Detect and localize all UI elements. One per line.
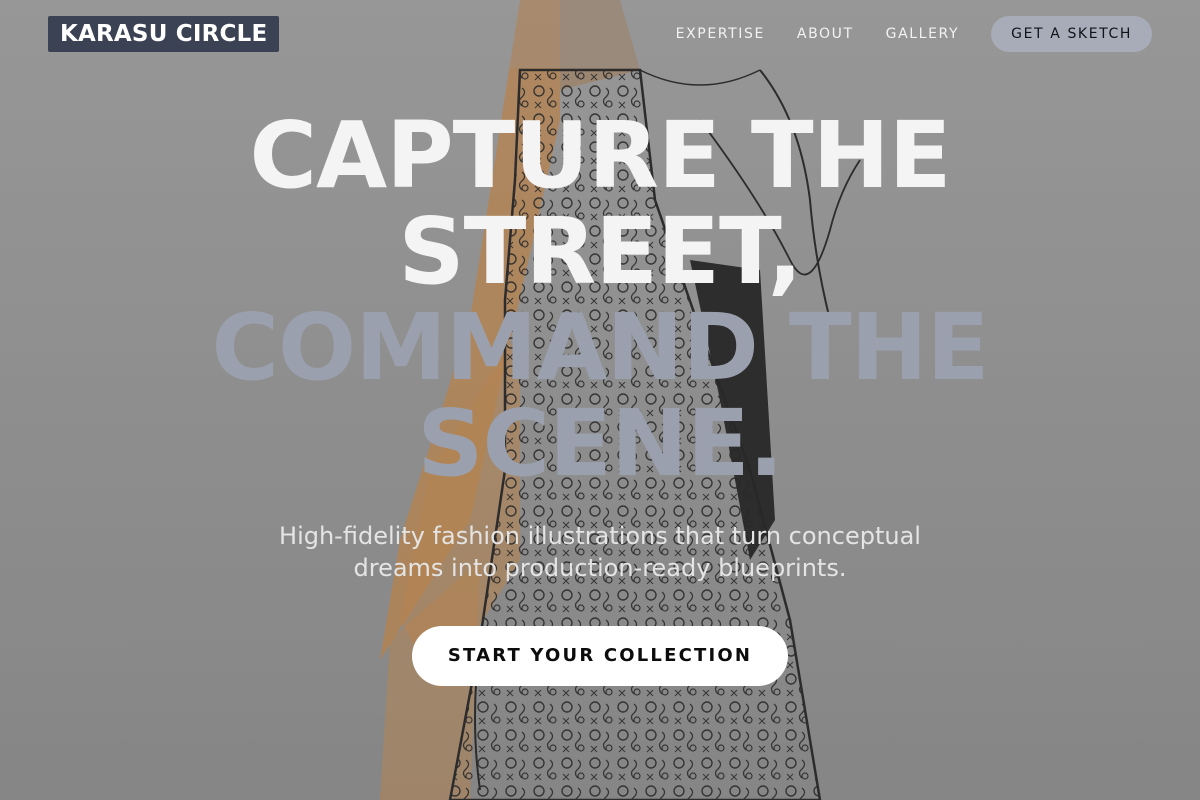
nav-link-about[interactable]: ABOUT	[797, 16, 854, 52]
get-a-sketch-button[interactable]: GET A SKETCH	[991, 16, 1152, 52]
headline-line-3: COMMAND THE	[211, 294, 989, 401]
headline-line-2: STREET,	[398, 198, 802, 305]
site-header: KARASU CIRCLE EXPERTISE ABOUT GALLERY GE…	[0, 0, 1200, 68]
hero-subtitle: High-fidelity fashion illustrations that…	[0, 520, 1200, 584]
start-your-collection-button[interactable]: START YOUR COLLECTION	[412, 626, 788, 686]
headline-line-4: SCENE.	[417, 390, 783, 497]
headline-line-1: CAPTURE THE	[249, 102, 952, 209]
subtitle-line-1: High-fidelity fashion illustrations that…	[279, 522, 921, 550]
nav-link-gallery[interactable]: GALLERY	[886, 16, 959, 52]
hero-headline: CAPTURE THE STREET, COMMAND THE SCENE.	[0, 108, 1200, 492]
nav-link-expertise[interactable]: EXPERTISE	[676, 16, 765, 52]
main-nav: EXPERTISE ABOUT GALLERY GET A SKETCH	[676, 16, 1152, 52]
subtitle-line-2: dreams into production-ready blueprints.	[353, 554, 847, 582]
logo[interactable]: KARASU CIRCLE	[48, 16, 280, 52]
